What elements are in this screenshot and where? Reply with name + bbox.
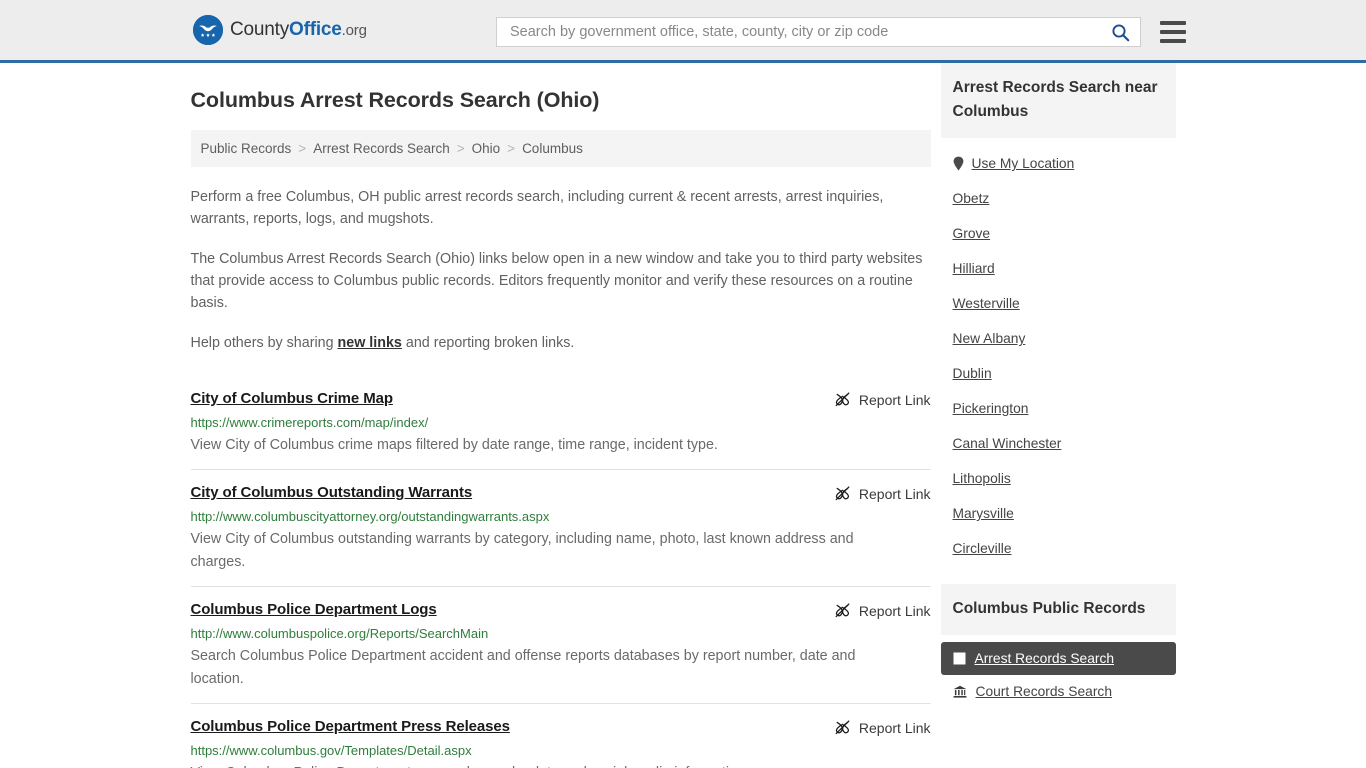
intro-text: Perform a free Columbus, OH public arres…: [191, 186, 931, 354]
sidebar-item-use-my-location[interactable]: Use My Location: [941, 146, 1176, 181]
intro-paragraph-2: The Columbus Arrest Records Search (Ohio…: [190, 251, 923, 311]
hamburger-bar: [1160, 30, 1186, 34]
breadcrumb-item-public-records[interactable]: Public Records: [201, 141, 292, 156]
courthouse-icon: [953, 685, 967, 698]
sidebar-public-records-heading: Columbus Public Records: [940, 584, 1176, 635]
breadcrumb: Public Records > Arrest Records Search >…: [190, 130, 931, 167]
hamburger-menu-icon[interactable]: [1160, 21, 1186, 43]
sidebar-city-link[interactable]: New Albany: [953, 331, 1026, 346]
sidebar-city-link[interactable]: Pickerington: [953, 401, 1029, 416]
broken-link-icon: [834, 602, 851, 619]
sidebar-item-pickerington[interactable]: Pickerington: [941, 391, 1176, 426]
sidebar-public-record-link[interactable]: Arrest Records Search: [975, 651, 1115, 666]
result-description: View City of Columbus crime maps filtere…: [190, 437, 718, 453]
result-item: City of Columbus Outstanding Warrants ht…: [190, 469, 931, 586]
broken-link-icon: [834, 719, 851, 736]
new-links-link[interactable]: new links: [338, 335, 402, 351]
report-link-button[interactable]: Report Link: [834, 485, 931, 502]
intro-paragraph-1: Perform a free Columbus, OH public arres…: [190, 189, 884, 227]
report-link-label: Report Link: [858, 602, 931, 619]
report-link-button[interactable]: Report Link: [834, 391, 931, 408]
logo-text-county: County: [230, 19, 290, 40]
breadcrumb-item-ohio[interactable]: Ohio: [472, 141, 501, 156]
breadcrumb-separator: >: [456, 141, 465, 156]
sidebar-city-link[interactable]: Circleville: [953, 541, 1012, 556]
sidebar: Arrest Records Search near Columbus Use …: [940, 63, 1176, 768]
report-link-label: Report Link: [858, 391, 931, 408]
page-title: Columbus Arrest Records Search (Ohio): [190, 88, 600, 112]
report-link-button[interactable]: Report Link: [834, 602, 931, 619]
page-body: Columbus Arrest Records Search (Ohio) Pu…: [0, 63, 1366, 768]
sidebar-public-records-list: Arrest Records Search Court Records Sear…: [940, 635, 1176, 708]
sidebar-item-hilliard[interactable]: Hilliard: [941, 251, 1176, 286]
sidebar-city-link[interactable]: Lithopolis: [953, 471, 1011, 486]
search-icon: [1111, 23, 1130, 42]
search-button[interactable]: [1109, 23, 1132, 42]
logo-text-office: Office: [289, 19, 342, 40]
header-search-area: [496, 17, 1186, 47]
result-url: http://www.columbuspolice.org/Reports/Se…: [190, 626, 489, 641]
site-logo[interactable]: CountyOffice.org: [193, 15, 367, 45]
result-url: https://www.crimereports.com/map/index/: [190, 415, 429, 430]
map-pin-icon: [953, 156, 964, 171]
hamburger-bar: [1160, 39, 1186, 43]
results-list: City of Columbus Crime Map https://www.c…: [190, 378, 931, 768]
breadcrumb-item-arrest-records-search[interactable]: Arrest Records Search: [313, 141, 450, 156]
result-title-link[interactable]: City of Columbus Crime Map: [191, 390, 394, 407]
result-title-link[interactable]: Columbus Police Department Logs: [191, 601, 437, 618]
result-url: http://www.columbuscityattorney.org/outs…: [190, 509, 550, 524]
sidebar-city-link[interactable]: Marysville: [953, 506, 1014, 521]
sidebar-city-link[interactable]: Dublin: [953, 366, 992, 381]
use-my-location-link[interactable]: Use My Location: [972, 156, 1075, 171]
sidebar-city-link[interactable]: Obetz: [953, 191, 990, 206]
search-box[interactable]: [496, 17, 1141, 47]
breadcrumb-separator: >: [298, 141, 307, 156]
sidebar-item-westerville[interactable]: Westerville: [941, 286, 1176, 321]
sidebar-city-link[interactable]: Hilliard: [953, 261, 995, 276]
sidebar-nearby-heading: Arrest Records Search near Columbus: [940, 63, 1176, 138]
breadcrumb-separator: >: [507, 141, 516, 156]
result-description: Search Columbus Police Department accide…: [190, 648, 856, 687]
sidebar-city-link[interactable]: Canal Winchester: [953, 436, 1062, 451]
sidebar-item-grove[interactable]: Grove: [941, 216, 1176, 251]
sidebar-item-obetz[interactable]: Obetz: [941, 181, 1176, 216]
eagle-shield-icon: [193, 15, 223, 45]
sidebar-item-arrest-records-search[interactable]: Arrest Records Search: [940, 642, 1176, 675]
result-description: View Columbus Police Department press re…: [191, 762, 906, 768]
result-description: View City of Columbus outstanding warran…: [190, 531, 854, 570]
broken-link-icon: [834, 485, 851, 502]
report-link-label: Report Link: [858, 719, 931, 736]
sidebar-item-court-records-search[interactable]: Court Records Search: [941, 675, 1176, 708]
sidebar-item-canal-winchester[interactable]: Canal Winchester: [941, 426, 1176, 461]
sidebar-item-lithopolis[interactable]: Lithopolis: [941, 461, 1176, 496]
hamburger-bar: [1160, 21, 1186, 25]
report-link-button[interactable]: Report Link: [834, 719, 931, 736]
logo-wordmark: CountyOffice.org: [230, 19, 367, 41]
sidebar-nearby-links: Use My Location Obetz Grove Hilliard Wes…: [941, 138, 1176, 566]
result-title-link[interactable]: Columbus Police Department Press Release…: [191, 718, 510, 735]
result-title-link[interactable]: City of Columbus Outstanding Warrants: [191, 484, 473, 501]
result-item: Columbus Police Department Logs http://w…: [190, 586, 931, 703]
sidebar-item-new-albany[interactable]: New Albany: [941, 321, 1176, 356]
intro-paragraph-3: Help others by sharing new links and rep…: [191, 332, 931, 354]
report-link-label: Report Link: [858, 485, 931, 502]
breadcrumb-item-columbus[interactable]: Columbus: [522, 141, 583, 156]
intro-p3-before: Help others by sharing: [190, 335, 338, 351]
sidebar-city-link[interactable]: Westerville: [953, 296, 1020, 311]
result-item: City of Columbus Crime Map https://www.c…: [191, 378, 931, 469]
main-column: Columbus Arrest Records Search (Ohio) Pu…: [190, 63, 931, 768]
result-url: https://www.columbus.gov/Templates/Detai…: [190, 743, 472, 758]
fingerprint-card-icon: [953, 652, 966, 665]
result-item: Columbus Police Department Press Release…: [190, 703, 931, 768]
sidebar-item-dublin[interactable]: Dublin: [941, 356, 1176, 391]
sidebar-item-marysville[interactable]: Marysville: [941, 496, 1176, 531]
site-header: CountyOffice.org: [0, 0, 1366, 63]
logo-text-tld: .org: [341, 22, 367, 39]
intro-p3-after: and reporting broken links.: [401, 335, 575, 351]
sidebar-item-circleville[interactable]: Circleville: [941, 531, 1176, 566]
search-input[interactable]: [508, 18, 1109, 46]
sidebar-public-record-link[interactable]: Court Records Search: [976, 684, 1113, 699]
sidebar-city-link[interactable]: Grove: [953, 226, 991, 241]
broken-link-icon: [834, 391, 851, 408]
